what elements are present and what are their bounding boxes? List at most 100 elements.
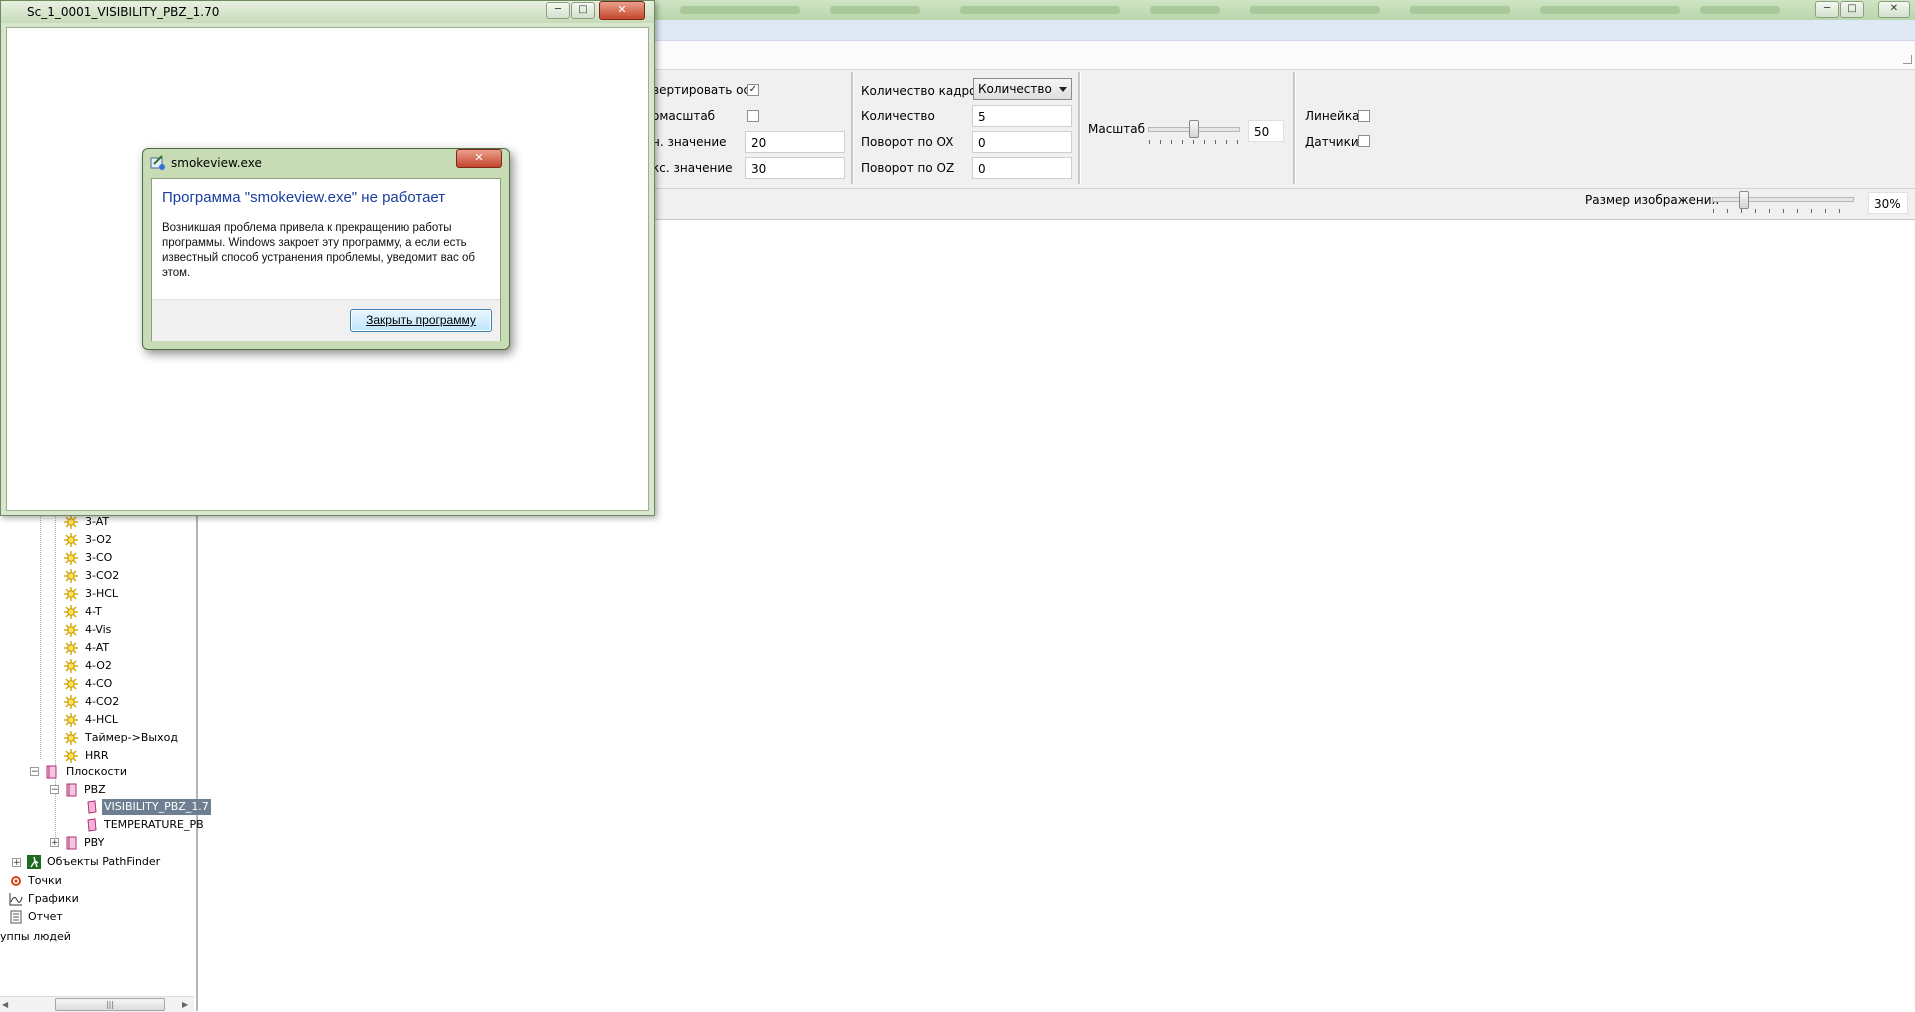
sensor-sun-icon: [64, 641, 78, 655]
sensors-label: Датчики: [1305, 135, 1359, 149]
toolbar-separator: [1078, 72, 1081, 184]
tree-item-pbz[interactable]: PBZ: [84, 782, 106, 798]
rotation-oz-input[interactable]: 0: [972, 157, 1072, 179]
rotation-ox-label: Поворот по OX: [861, 135, 954, 149]
dialog-message: Возникшая проблема привела к прекращению…: [162, 222, 475, 279]
count-label: Количество: [861, 109, 935, 123]
max-value-input[interactable]: 30: [745, 157, 845, 179]
tree-item-sensor[interactable]: 4-O2: [85, 658, 112, 674]
report-icon: [9, 910, 23, 924]
scale-value-input[interactable]: 50: [1248, 120, 1284, 142]
image-size-slider-thumb[interactable]: [1739, 191, 1749, 209]
sensor-sun-icon: [64, 731, 78, 745]
tree-item-report[interactable]: Отчет: [28, 909, 63, 925]
autoscale-checkbox[interactable]: [747, 110, 759, 122]
dialog-footer: Закрыть программу: [152, 299, 500, 341]
main-minimize-button[interactable]: ─: [1815, 1, 1839, 18]
error-dialog: smokeview.exe ✕ Программа "smokeview.exe…: [142, 148, 510, 350]
tree-item-points[interactable]: Точки: [28, 873, 62, 889]
dialog-body: Программа "smokeview.exe" не работает Во…: [151, 178, 501, 341]
count-input[interactable]: 5: [972, 105, 1072, 127]
tree-item-sensor[interactable]: 4-CO2: [85, 694, 119, 710]
image-size-value[interactable]: 30%: [1868, 192, 1908, 214]
expand-collapse-icon[interactable]: +: [50, 838, 59, 848]
expand-collapse-icon[interactable]: +: [12, 858, 21, 868]
scroll-right-icon[interactable]: ▶: [182, 1000, 188, 1009]
tree-item-sensor[interactable]: 3-CO2: [85, 568, 119, 584]
sensors-checkbox[interactable]: [1358, 135, 1370, 147]
tree-item-sensor[interactable]: 3-AT: [85, 514, 109, 530]
tree-item-sensor[interactable]: Таймер->Выход: [85, 730, 178, 746]
main-close-button[interactable]: ✕: [1878, 1, 1910, 18]
autoscale-label: омасштаб: [652, 109, 716, 123]
ruler-label: Линейка: [1305, 109, 1360, 123]
rotation-oz-label: Поворот по OZ: [861, 161, 955, 175]
folder-book-icon: [45, 765, 59, 779]
sensor-sun-icon: [64, 587, 78, 601]
invert-axis-label: вертировать ось: [652, 83, 758, 97]
min-value-label: н. значение: [652, 135, 727, 149]
tree-item-pathfinder-objects[interactable]: Объекты PathFinder: [47, 854, 160, 870]
tree-item-sensor[interactable]: 3-CO: [85, 550, 112, 566]
tree-item-sensor[interactable]: 4-T: [85, 604, 102, 620]
sensor-sun-icon: [64, 515, 78, 529]
scroll-thumb[interactable]: |||: [55, 998, 165, 1011]
tree-item-sensor[interactable]: 3-HCL: [85, 586, 118, 602]
tree-item-sensor[interactable]: 3-O2: [85, 532, 112, 548]
expand-collapse-icon[interactable]: −: [50, 785, 59, 795]
child-window-title: Sc_1_0001_VISIBILITY_PBZ_1.70: [27, 5, 220, 19]
frames-mode-dropdown[interactable]: Количество: [973, 78, 1072, 100]
max-value-label: кс. значение: [652, 161, 733, 175]
pathfinder-icon: [27, 855, 41, 869]
points-icon: [9, 874, 23, 888]
sensor-sun-icon: [64, 677, 78, 691]
image-size-slider-track[interactable]: [1712, 197, 1854, 202]
tree-item-sensor[interactable]: 4-Vis: [85, 622, 111, 638]
sensor-sun-icon: [64, 623, 78, 637]
scale-label: Масштаб: [1088, 122, 1146, 136]
folder-book-icon: [65, 836, 79, 850]
toolbar-separator: [851, 72, 854, 184]
tree-item-sensor[interactable]: 4-CO: [85, 676, 112, 692]
sensor-sun-icon: [64, 533, 78, 547]
child-maximize-button[interactable]: □: [571, 2, 595, 19]
slice-file-icon: [85, 800, 99, 814]
frames-mode-value: Количество: [978, 82, 1052, 96]
child-window-titlebar[interactable]: Sc_1_0001_VISIBILITY_PBZ_1.70 ─ □ ✕: [1, 1, 654, 23]
horizontal-scrollbar[interactable]: ◀ ||| ▶: [0, 996, 194, 1012]
dialog-heading: Программа "smokeview.exe" не работает: [162, 189, 446, 206]
image-size-label: Размер изображения: [1585, 193, 1719, 207]
toolbar-separator: [1293, 72, 1296, 184]
child-minimize-button[interactable]: ─: [546, 2, 570, 19]
tree-item-sensor[interactable]: HRR: [85, 748, 109, 764]
sensor-sun-icon: [64, 749, 78, 763]
rotation-ox-input[interactable]: 0: [972, 131, 1072, 153]
tree-item-temperature-pbz[interactable]: TEMPERATURE_PB: [104, 817, 204, 833]
resize-grip-icon[interactable]: [1903, 55, 1912, 64]
tree-item-planes[interactable]: Плоскости: [66, 764, 127, 780]
graph-icon: [9, 892, 23, 906]
invert-axis-checkbox[interactable]: ✓: [747, 84, 759, 96]
scroll-left-icon[interactable]: ◀: [2, 1000, 8, 1009]
tree-item-people-groups[interactable]: уппы людей: [0, 929, 71, 945]
sensor-sun-icon: [64, 551, 78, 565]
ruler-checkbox[interactable]: [1358, 110, 1370, 122]
sensor-sun-icon: [64, 659, 78, 673]
scale-slider-thumb[interactable]: [1189, 120, 1199, 138]
expand-collapse-icon[interactable]: −: [30, 767, 39, 777]
image-size-slider-ticks: [1713, 209, 1853, 213]
tree-item-sensor[interactable]: 4-AT: [85, 640, 109, 656]
child-close-button[interactable]: ✕: [599, 1, 645, 20]
sensor-sun-icon: [64, 713, 78, 727]
main-maximize-button[interactable]: □: [1840, 1, 1864, 18]
frames-count-label: Количество кадров: [861, 84, 984, 98]
tree-item-pby[interactable]: PBY: [84, 835, 104, 851]
dialog-close-button[interactable]: ✕: [456, 149, 502, 168]
tree-item-sensor[interactable]: 4-HCL: [85, 712, 118, 728]
tree-item-visibility-pbz[interactable]: VISIBILITY_PBZ_1.7: [102, 799, 211, 815]
sensor-sun-icon: [64, 605, 78, 619]
tree-item-graphs[interactable]: Графики: [28, 891, 79, 907]
min-value-input[interactable]: 20: [745, 131, 845, 153]
slice-file-icon: [85, 818, 99, 832]
close-program-button[interactable]: Закрыть программу: [350, 309, 492, 332]
